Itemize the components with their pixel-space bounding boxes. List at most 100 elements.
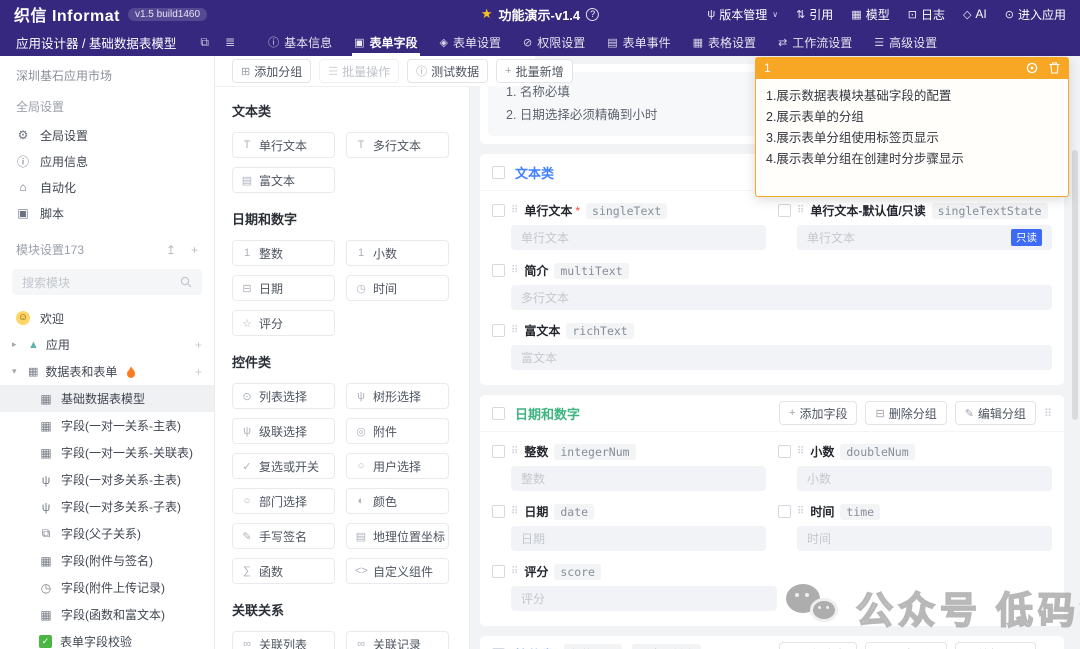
palette-icon[interactable]: [1026, 62, 1038, 74]
drag-handle-icon[interactable]: ⠿: [797, 205, 804, 216]
edit-group-button[interactable]: ✎编辑分组: [955, 642, 1036, 649]
tab-permission-settings[interactable]: ⊘权限设置: [512, 28, 596, 56]
palette-item-decimal[interactable]: 1小数: [346, 240, 449, 266]
palette-item-rating[interactable]: ☆评分: [232, 310, 335, 336]
field-checkbox[interactable]: [778, 505, 791, 518]
collapse-all-icon[interactable]: ↥: [166, 243, 176, 257]
add-field-button[interactable]: +添加字段: [779, 642, 857, 649]
field-input[interactable]: 单行文本: [511, 225, 766, 250]
module-search-input[interactable]: 搜索模块: [12, 269, 202, 295]
sidebar-item-attachment-signature[interactable]: ▦字段(附件与签名): [0, 547, 214, 574]
caret-down-icon[interactable]: ▾: [12, 366, 21, 377]
field-checkbox[interactable]: [492, 445, 505, 458]
edit-group-button[interactable]: ✎编辑分组: [955, 401, 1036, 425]
drag-handle-icon[interactable]: ⠿: [797, 446, 804, 457]
tab-workflow-settings[interactable]: ⇄工作流设置: [767, 28, 863, 56]
caret-right-icon[interactable]: ▸: [12, 339, 21, 350]
sidebar-item-attachment-upload-log[interactable]: ◷字段(附件上传记录): [0, 574, 214, 601]
palette-item-tree-select[interactable]: ψ树形选择: [346, 383, 449, 409]
sidebar-item-function-richtext[interactable]: ▦字段(函数和富文本): [0, 601, 214, 628]
sidebar-item-one2one-main[interactable]: ▦字段(一对一关系-主表): [0, 412, 214, 439]
palette-item-integer[interactable]: 1整数: [232, 240, 335, 266]
sidebar-item-one2one-relation[interactable]: ▦字段(一对一关系-关联表): [0, 439, 214, 466]
tree-node-application[interactable]: ▸ ▲ 应用 +: [0, 331, 214, 358]
tab-form-settings[interactable]: ◈表单设置: [429, 28, 512, 56]
drag-handle-icon[interactable]: ⠿: [1044, 407, 1052, 420]
drag-handle-icon[interactable]: ⠿: [511, 325, 518, 336]
drag-handle-icon[interactable]: ⠿: [511, 265, 518, 276]
model-button[interactable]: ▦ 模型: [851, 6, 889, 23]
drag-handle-icon[interactable]: ⠿: [511, 446, 518, 457]
field-input[interactable]: 日期: [511, 526, 766, 551]
field-input[interactable]: 整数: [511, 466, 766, 491]
add-field-button[interactable]: +添加字段: [779, 401, 857, 425]
palette-item-relation-list[interactable]: ∞关联列表: [232, 631, 335, 649]
doc-icon[interactable]: ⧉: [200, 35, 209, 50]
field-input[interactable]: 多行文本: [511, 285, 1052, 310]
palette-item-relation-record[interactable]: ∞关联记录: [346, 631, 449, 649]
tab-advanced-settings[interactable]: ☰高级设置: [863, 28, 948, 56]
palette-item-cascade-select[interactable]: ψ级联选择: [232, 418, 335, 444]
add-module-icon[interactable]: +: [191, 243, 198, 257]
version-manage-menu[interactable]: ψ 版本管理 ∨: [707, 6, 778, 23]
log-button[interactable]: ⊡ 日志: [908, 6, 945, 23]
drag-handle-icon[interactable]: ⠿: [511, 205, 518, 216]
palette-item-checkbox-switch[interactable]: ✓复选或开关: [232, 453, 335, 479]
palette-item-color[interactable]: ◐颜色: [346, 488, 449, 514]
drag-handle-icon[interactable]: ⠿: [511, 506, 518, 517]
add-icon[interactable]: +: [195, 365, 202, 379]
test-data-button[interactable]: ⓘ测试数据: [407, 59, 488, 83]
sidebar-item-one2many-sub[interactable]: ψ字段(一对多关系-子表): [0, 493, 214, 520]
palette-item-multi-text[interactable]: T多行文本: [346, 132, 449, 158]
outline-icon[interactable]: ≣: [225, 35, 235, 50]
palette-item-single-text[interactable]: T单行文本: [232, 132, 335, 158]
tree-node-tables-forms[interactable]: ▾ ▦ 数据表和表单 +: [0, 358, 214, 385]
trash-icon[interactable]: [1049, 62, 1060, 74]
batch-add-button[interactable]: +批量新增: [496, 59, 572, 83]
sidebar-item-parent-child[interactable]: ⧉字段(父子关系): [0, 520, 214, 547]
enter-app-button[interactable]: ⊙ 进入应用: [1005, 6, 1066, 23]
tab-table-settings[interactable]: ▦表格设置: [682, 28, 767, 56]
add-icon[interactable]: +: [195, 338, 202, 352]
palette-item-custom-component[interactable]: <>自定义组件: [346, 558, 449, 584]
field-checkbox[interactable]: [492, 324, 505, 337]
palette-item-list-select[interactable]: ⊙列表选择: [232, 383, 335, 409]
help-icon[interactable]: ?: [586, 8, 599, 21]
sidebar-item-app-info[interactable]: ⓘ应用信息: [0, 148, 214, 174]
delete-group-button[interactable]: ⊟删除分组: [865, 642, 946, 649]
sidebar-item-field-validation[interactable]: ✓表单字段校验: [0, 628, 214, 649]
palette-item-attachment[interactable]: ◎附件: [346, 418, 449, 444]
field-input[interactable]: 评分: [511, 586, 777, 611]
drag-handle-icon[interactable]: ⠿: [797, 506, 804, 517]
sidebar-item-base-table-model[interactable]: ▦基础数据表模型: [0, 385, 214, 412]
reference-button[interactable]: ⇅ 引用: [796, 6, 833, 23]
canvas-scrollbar[interactable]: [1072, 150, 1078, 420]
palette-item-function[interactable]: ∑函数: [232, 558, 335, 584]
palette-item-time[interactable]: ◷时间: [346, 275, 449, 301]
palette-item-signature[interactable]: ✎手写签名: [232, 523, 335, 549]
field-checkbox[interactable]: [492, 505, 505, 518]
tab-basic-info[interactable]: ⓘ基本信息: [257, 28, 343, 56]
sidebar-item-welcome[interactable]: ☺欢迎: [0, 305, 214, 331]
palette-item-user-select[interactable]: ○用户选择: [346, 453, 449, 479]
field-input[interactable]: 小数: [797, 466, 1052, 491]
sidebar-item-script[interactable]: ▣脚本: [0, 200, 214, 226]
palette-item-date[interactable]: ⊟日期: [232, 275, 335, 301]
field-checkbox[interactable]: [778, 445, 791, 458]
field-checkbox[interactable]: [492, 565, 505, 578]
tab-form-fields[interactable]: ▣表单字段: [343, 28, 428, 56]
batch-operation-button[interactable]: ☰批量操作: [319, 59, 399, 83]
tab-form-events[interactable]: ▤表单事件: [596, 28, 681, 56]
palette-item-rich-text[interactable]: ▤富文本: [232, 167, 335, 193]
sidebar-item-one2many-main[interactable]: ψ字段(一对多关系-主表): [0, 466, 214, 493]
sidebar-item-global-settings[interactable]: ⚙全局设置: [0, 122, 214, 148]
palette-item-dept-select[interactable]: ○部门选择: [232, 488, 335, 514]
field-checkbox[interactable]: [778, 204, 791, 217]
section-checkbox[interactable]: [492, 407, 505, 420]
field-input[interactable]: 时间: [797, 526, 1052, 551]
add-group-button[interactable]: ⊞添加分组: [232, 59, 311, 83]
field-checkbox[interactable]: [492, 264, 505, 277]
section-checkbox[interactable]: [492, 166, 505, 179]
sidebar-item-automation[interactable]: ⌂自动化: [0, 174, 214, 200]
drag-handle-icon[interactable]: ⠿: [511, 566, 518, 577]
